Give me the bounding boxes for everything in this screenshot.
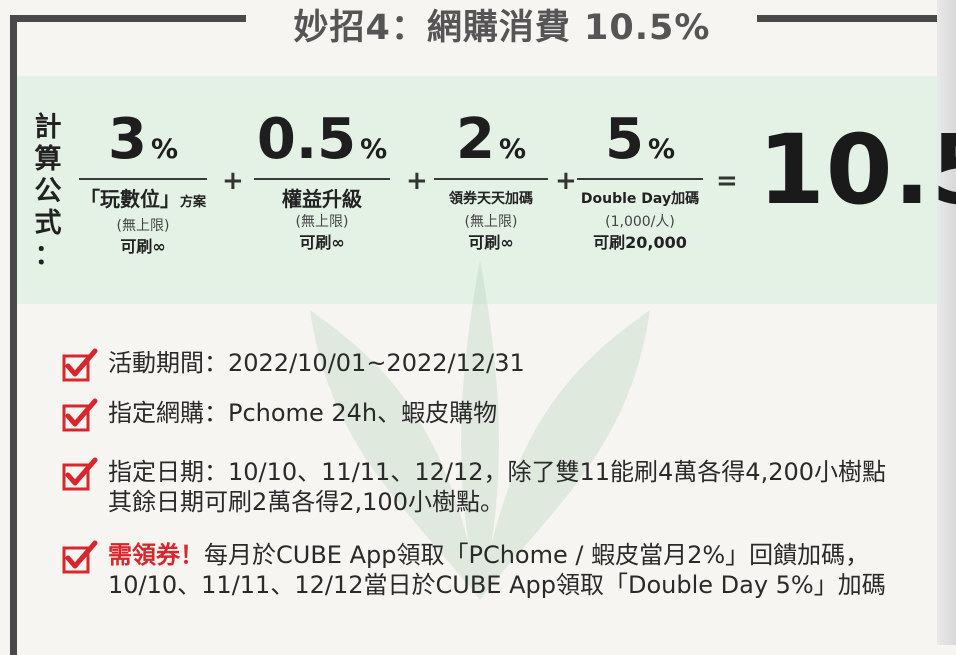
checkbox-checked-icon	[62, 398, 98, 432]
frame-top-left-border	[10, 15, 246, 22]
term-rate-value: 5	[604, 107, 644, 172]
term-note: (無上限)	[464, 214, 518, 230]
term-name: 「玩數位」方案	[80, 186, 206, 216]
list-item-line-rest: 每月於CUBE App領取「PChome / 蝦皮當月2%」回饋加碼，	[204, 541, 870, 569]
term-rate-unit: %	[498, 134, 527, 165]
formula-term-double-day: 5 % Double Day加碼 (1,000/人) 可刷20,000	[574, 108, 706, 254]
formula-term-upgrade: 0.5 % 權益升級 (無上限) 可刷∞	[252, 108, 392, 254]
plus-sign: +	[222, 166, 244, 196]
list-item-line: 其餘日期可刷2萬各得2,100小樹點。	[108, 488, 504, 516]
term-name-suffix: 方案	[179, 195, 206, 210]
term-rate: 0.5 %	[257, 108, 387, 174]
equals-sign: =	[716, 166, 738, 196]
fraction-rule	[79, 178, 207, 180]
term-rate-unit: %	[360, 134, 388, 165]
list-item-coupon: 需領券！每月於CUBE App領取「PChome / 蝦皮當月2%」回饋加碼， …	[62, 540, 886, 600]
term-cap: 可刷20,000	[593, 233, 687, 252]
checkbox-checked-icon	[62, 457, 98, 491]
term-cap: 可刷∞	[299, 233, 345, 252]
term-note: (無上限)	[295, 214, 349, 230]
list-item-line: 指定日期：10/10、11/11、12/12，除了雙11能刷4萬各得4,200小…	[108, 458, 887, 486]
frame-top-right-border	[757, 15, 937, 22]
term-rate-value: 3	[107, 107, 147, 172]
list-item-text: 活動期間：2022/10/01~2022/12/31	[108, 349, 525, 377]
list-item-text: 指定日期：10/10、11/11、12/12，除了雙11能刷4萬各得4,200小…	[108, 457, 886, 517]
term-rate-value: 2	[455, 107, 495, 172]
plus-sign: +	[406, 166, 428, 196]
formula-result: 10.5	[758, 114, 956, 226]
term-note: (無上限)	[116, 218, 170, 234]
checkbox-checked-icon	[62, 540, 98, 574]
term-name: Double Day加碼	[580, 191, 700, 207]
term-rate: 2 %	[456, 108, 526, 174]
fraction-rule	[254, 178, 390, 180]
term-cap: 可刷∞	[120, 237, 166, 256]
term-name: 權益升級	[282, 187, 362, 211]
formula-label-char: ：	[34, 240, 62, 271]
formula-label-char: 計	[34, 112, 62, 143]
fraction-rule	[434, 178, 548, 180]
coupon-highlight: 需領券！	[108, 541, 204, 569]
list-item-line: 10/10、11/11、12/12當日於CUBE App領取「Double Da…	[108, 571, 886, 599]
formula-label-char: 算	[34, 144, 62, 175]
right-edge-strip	[937, 0, 956, 645]
formula-label: 計 算 公 式 ：	[28, 112, 68, 272]
list-item-line: 需領券！每月於CUBE App領取「PChome / 蝦皮當月2%」回饋加碼，	[108, 540, 886, 570]
checkbox-checked-icon	[62, 348, 98, 382]
formula-label-char: 式	[34, 208, 62, 239]
list-item-shops: 指定網購：Pchome 24h、蝦皮購物	[62, 398, 497, 432]
formula-label-char: 公	[34, 176, 62, 207]
list-item-period: 活動期間：2022/10/01~2022/12/31	[62, 348, 525, 382]
list-item-text: 指定網購：Pchome 24h、蝦皮購物	[108, 399, 498, 427]
term-cap: 可刷∞	[468, 233, 514, 252]
list-item-text: 需領券！每月於CUBE App領取「PChome / 蝦皮當月2%」回饋加碼， …	[108, 540, 886, 600]
term-rate-value: 0.5	[256, 107, 357, 172]
term-rate: 5 %	[605, 108, 675, 174]
formula-term-digital-plan: 3 % 「玩數位」方案 (無上限) 可刷∞	[78, 108, 208, 258]
term-rate-unit: %	[647, 134, 676, 165]
list-item-dates: 指定日期：10/10、11/11、12/12，除了雙11能刷4萬各得4,200小…	[62, 457, 886, 517]
term-name: 領券天天加碼	[449, 191, 533, 207]
term-rate-unit: %	[150, 134, 179, 165]
term-note: (1,000/人)	[605, 214, 675, 230]
term-rate: 3 %	[108, 108, 178, 174]
term-name-main: 「玩數位」	[79, 187, 180, 211]
frame-left-border	[10, 15, 17, 655]
page-title: 妙招4：網購消費 10.5%	[293, 7, 711, 48]
fraction-rule	[577, 178, 703, 180]
formula-term-coupon: 2 % 領券天天加碼 (無上限) 可刷∞	[432, 108, 550, 254]
